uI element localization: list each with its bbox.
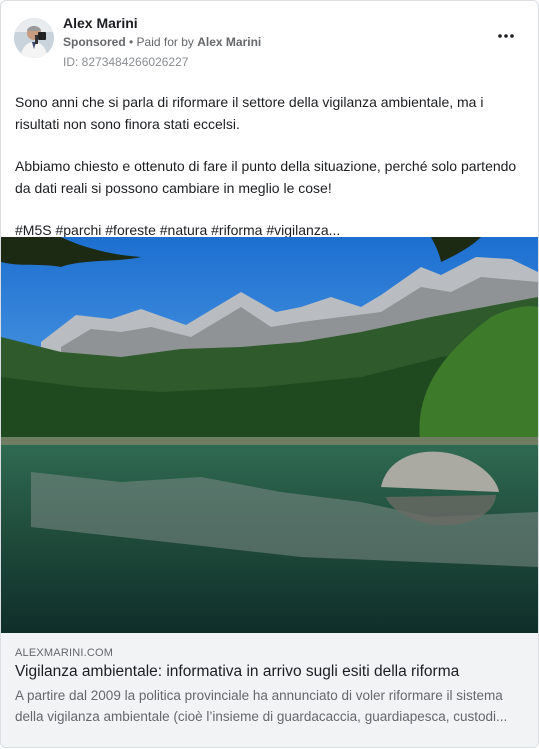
link-title[interactable]: Vigilanza ambientale: informativa in arr… xyxy=(15,663,527,681)
separator: • xyxy=(125,35,137,49)
post-paragraph: Abbiamo chiesto e ottenuto di fare il pu… xyxy=(15,158,517,196)
link-description: A partire dal 2009 la politica provincia… xyxy=(15,688,508,724)
paid-for-name: Alex Marini xyxy=(197,35,262,49)
author-name[interactable]: Alex Marini xyxy=(63,15,261,31)
post-text: Sono anni che si parla di riformare il s… xyxy=(15,91,525,261)
link-domain: ALEXMARINI.COM xyxy=(15,647,114,659)
link-preview[interactable]: ALEXMARINI.COM Vigilanza ambientale: inf… xyxy=(1,633,538,747)
ad-card: Alex Marini Sponsored • Paid for by Alex… xyxy=(0,0,539,748)
sponsored-line: Sponsored • Paid for by Alex Marini xyxy=(63,35,261,49)
post-meta: Alex Marini Sponsored • Paid for by Alex… xyxy=(63,15,261,69)
paid-for-prefix: Paid for by xyxy=(136,35,198,49)
post-paragraph: Sono anni che si parla di riformare il s… xyxy=(15,94,484,132)
post-header: Alex Marini Sponsored • Paid for by Alex… xyxy=(14,15,525,71)
ad-id: ID: 8273484266026227 xyxy=(63,55,189,69)
post-image[interactable] xyxy=(1,237,538,633)
sponsored-label: Sponsored xyxy=(63,35,126,49)
more-options-icon[interactable] xyxy=(497,31,515,41)
author-avatar[interactable] xyxy=(14,18,54,58)
